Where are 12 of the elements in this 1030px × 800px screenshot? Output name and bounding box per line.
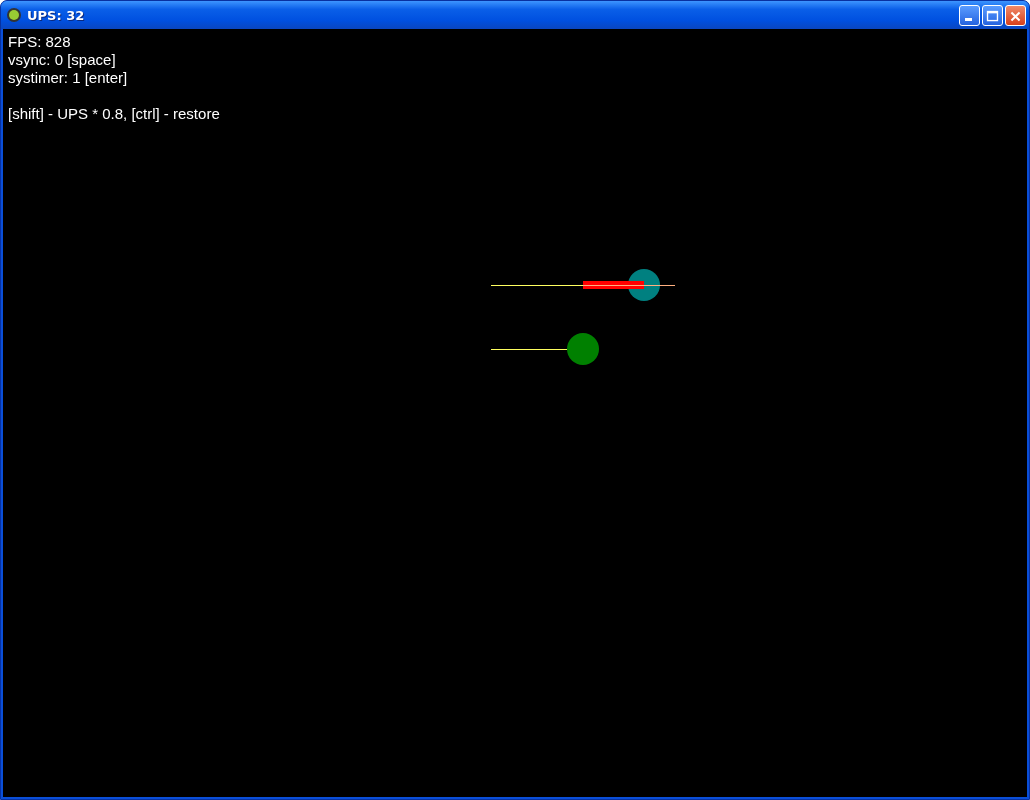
maximize-button[interactable]: [982, 4, 1003, 26]
overlay-text: vsync: 0 [space]: [8, 51, 116, 69]
overlay-text: systimer: 1 [enter]: [8, 69, 128, 87]
overlay-text: FPS: 828: [8, 33, 71, 51]
minimize-button[interactable]: [959, 4, 980, 26]
overlay-text: [shift] - UPS * 0.8, [ctrl] - restore: [8, 105, 220, 123]
minimize-icon: [965, 17, 972, 21]
velocity-bar: [583, 281, 644, 289]
close-button[interactable]: [1005, 4, 1026, 26]
gear-icon: [6, 7, 22, 23]
window-title: UPS: 32: [27, 7, 86, 23]
ball: [567, 333, 599, 365]
